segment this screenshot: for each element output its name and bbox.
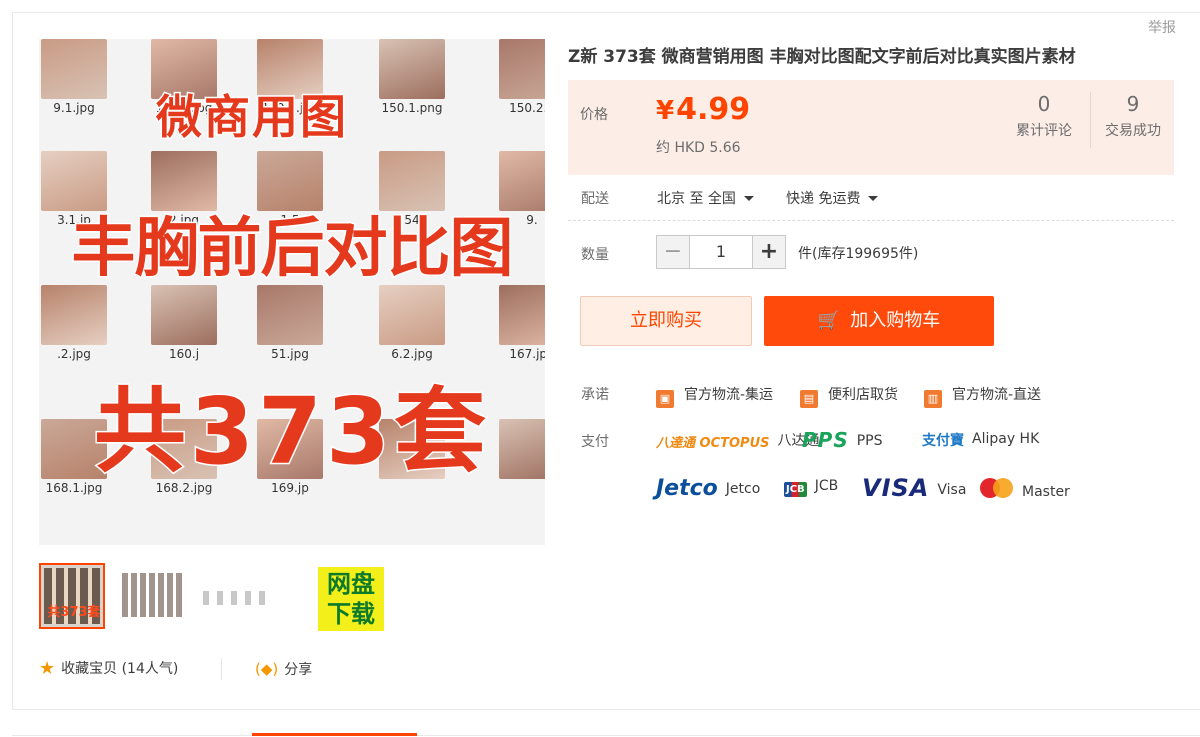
payment-master-label: Master [1022, 484, 1070, 500]
divider [221, 658, 222, 680]
collage-photo [41, 285, 107, 345]
add-to-cart-label: 加入购物车 [850, 310, 941, 331]
shipping-destination-text: 北京 至 全国 [657, 191, 736, 207]
payment-jcb-label: JCB [814, 478, 839, 494]
promise-item-2[interactable]: ▤ 便利店取货 [800, 384, 898, 408]
payment-jetco: Jetco Jetco [656, 476, 760, 501]
jcb-logo-icon: JCB [784, 482, 807, 497]
payment-visa: VISA Visa [862, 474, 966, 502]
report-link[interactable]: 举报 [1124, 13, 1200, 43]
overlay-text-3: 共373套 [92, 377, 491, 487]
thumbnail-1[interactable]: 共373套 [39, 563, 105, 629]
mastercard-logo-icon [980, 478, 1014, 498]
thumbnail-4-text: 网盘下载 [318, 567, 384, 631]
quantity-increase-button[interactable]: + [752, 235, 786, 269]
tabs-divider [12, 735, 1200, 736]
price-panel: 价格 ¥4.99 约 HKD 5.66 0 累计评论 9 交易成功 [568, 80, 1174, 175]
overlay-text-1: 微商用图 [155, 89, 348, 146]
collage-photo [499, 285, 545, 345]
thumbnail-2-image [122, 573, 184, 617]
payment-octopus: 八達通 OCTOPUS 八达通 [656, 430, 819, 451]
overlay-text-2: 丰胸前后对比图 [70, 211, 515, 288]
payment-alipay-label: Alipay HK [972, 431, 1040, 447]
logistics-icon: ▣ [656, 390, 674, 408]
thumbnail-3[interactable] [201, 563, 267, 629]
collage-thumbnail: 6.2.jpg [377, 285, 447, 365]
store-icon: ▤ [800, 390, 818, 408]
shipping-destination-select[interactable]: 北京 至 全国 [657, 188, 754, 208]
collage-thumbnail: 160.j [149, 285, 219, 365]
dashed-divider [568, 220, 1174, 221]
collage-thumbnail: 51.jpg [255, 285, 325, 365]
review-count[interactable]: 0 累计评论 [1002, 92, 1086, 140]
payment-alipay: 支付寶 Alipay HK [922, 430, 1039, 450]
star-icon: ★ [39, 658, 56, 679]
chevron-down-icon [868, 196, 879, 201]
collage-thumbnail: 167.jpg [497, 285, 545, 365]
truck-icon: ▥ [924, 390, 942, 408]
payment-jetco-label: Jetco [725, 481, 761, 497]
payment-pps: PPS PPS [802, 428, 883, 452]
promise-item-2-label: 便利店取货 [828, 387, 898, 403]
payment-label: 支付 [581, 434, 609, 450]
chevron-down-icon [743, 196, 754, 201]
stock-text: 件(库存199695件) [798, 246, 919, 262]
pps-logo-icon: PPS [802, 428, 849, 452]
share-icon: (◆) [255, 660, 279, 678]
collage-photo [379, 285, 445, 345]
price-amount: 4.99 [676, 92, 751, 127]
collage-photo [257, 285, 323, 345]
promise-item-3-label: 官方物流-直送 [952, 387, 1042, 403]
favorite-label: 收藏宝贝 (14人气) [61, 661, 179, 677]
shipping-method-select[interactable]: 快递 免运费 [786, 188, 879, 208]
collage-photo [151, 285, 217, 345]
price-value: ¥4.99 [656, 92, 750, 127]
product-title: Z新 373套 微商营销用图 丰胸对比图配文字前后对比真实图片素材 [568, 47, 1076, 67]
payment-jcb: JCB JCB [784, 478, 838, 497]
favorite-button[interactable]: ★ 收藏宝贝 (14人气) [39, 658, 178, 680]
alipay-logo-icon: 支付寶 [922, 433, 964, 449]
octopus-logo-icon: 八達通 OCTOPUS [656, 436, 770, 451]
shipping-label: 配送 [581, 191, 609, 207]
share-label: 分享 [284, 662, 313, 678]
currency-symbol: ¥ [656, 96, 675, 126]
quantity-decrease-button[interactable]: − [656, 235, 690, 269]
share-button[interactable]: (◆) 分享 [255, 658, 312, 680]
quantity-label: 数量 [581, 247, 609, 263]
payment-visa-label: Visa [937, 482, 967, 498]
review-count-number: 0 [1037, 92, 1051, 116]
visa-logo-icon: VISA [862, 474, 930, 502]
jetco-logo-icon: Jetco [656, 476, 718, 501]
sales-count-label: 交易成功 [1105, 123, 1161, 139]
main-product-image[interactable]: 9.1.jpg149.2.jpg149.3.jpg150.1.png150.2.… [39, 39, 545, 545]
buy-now-button[interactable]: 立即购买 [580, 296, 752, 346]
cart-icon: 🛒 [817, 310, 841, 331]
review-count-label: 累计评论 [1016, 123, 1072, 139]
payment-pps-label: PPS [856, 433, 883, 449]
thumbnail-4[interactable]: 网盘下载 [282, 563, 384, 631]
thumbnail-2[interactable] [120, 563, 186, 629]
quantity-input[interactable]: 1 [690, 235, 752, 269]
sales-count: 9 交易成功 [1090, 92, 1175, 148]
price-label: 价格 [580, 107, 608, 123]
payment-master: Master [980, 478, 1070, 500]
price-hkd: 约 HKD 5.66 [656, 140, 741, 156]
promise-item-1[interactable]: ▣ 官方物流-集运 [656, 384, 773, 408]
shipping-method-text: 快递 免运费 [786, 191, 861, 207]
promise-label: 承诺 [581, 387, 609, 403]
active-tab-indicator [252, 733, 417, 736]
collage-photo [499, 39, 545, 99]
thumbnail-1-text: 共373套 [47, 605, 101, 620]
thumbnail-3-image [203, 591, 265, 605]
promise-item-1-label: 官方物流-集运 [684, 387, 774, 403]
sales-count-number: 9 [1126, 92, 1140, 116]
collage-thumbnail: .2.jpg [39, 285, 109, 365]
promise-item-3[interactable]: ▥ 官方物流-直送 [924, 384, 1041, 408]
add-to-cart-button[interactable]: 🛒 加入购物车 [764, 296, 994, 346]
